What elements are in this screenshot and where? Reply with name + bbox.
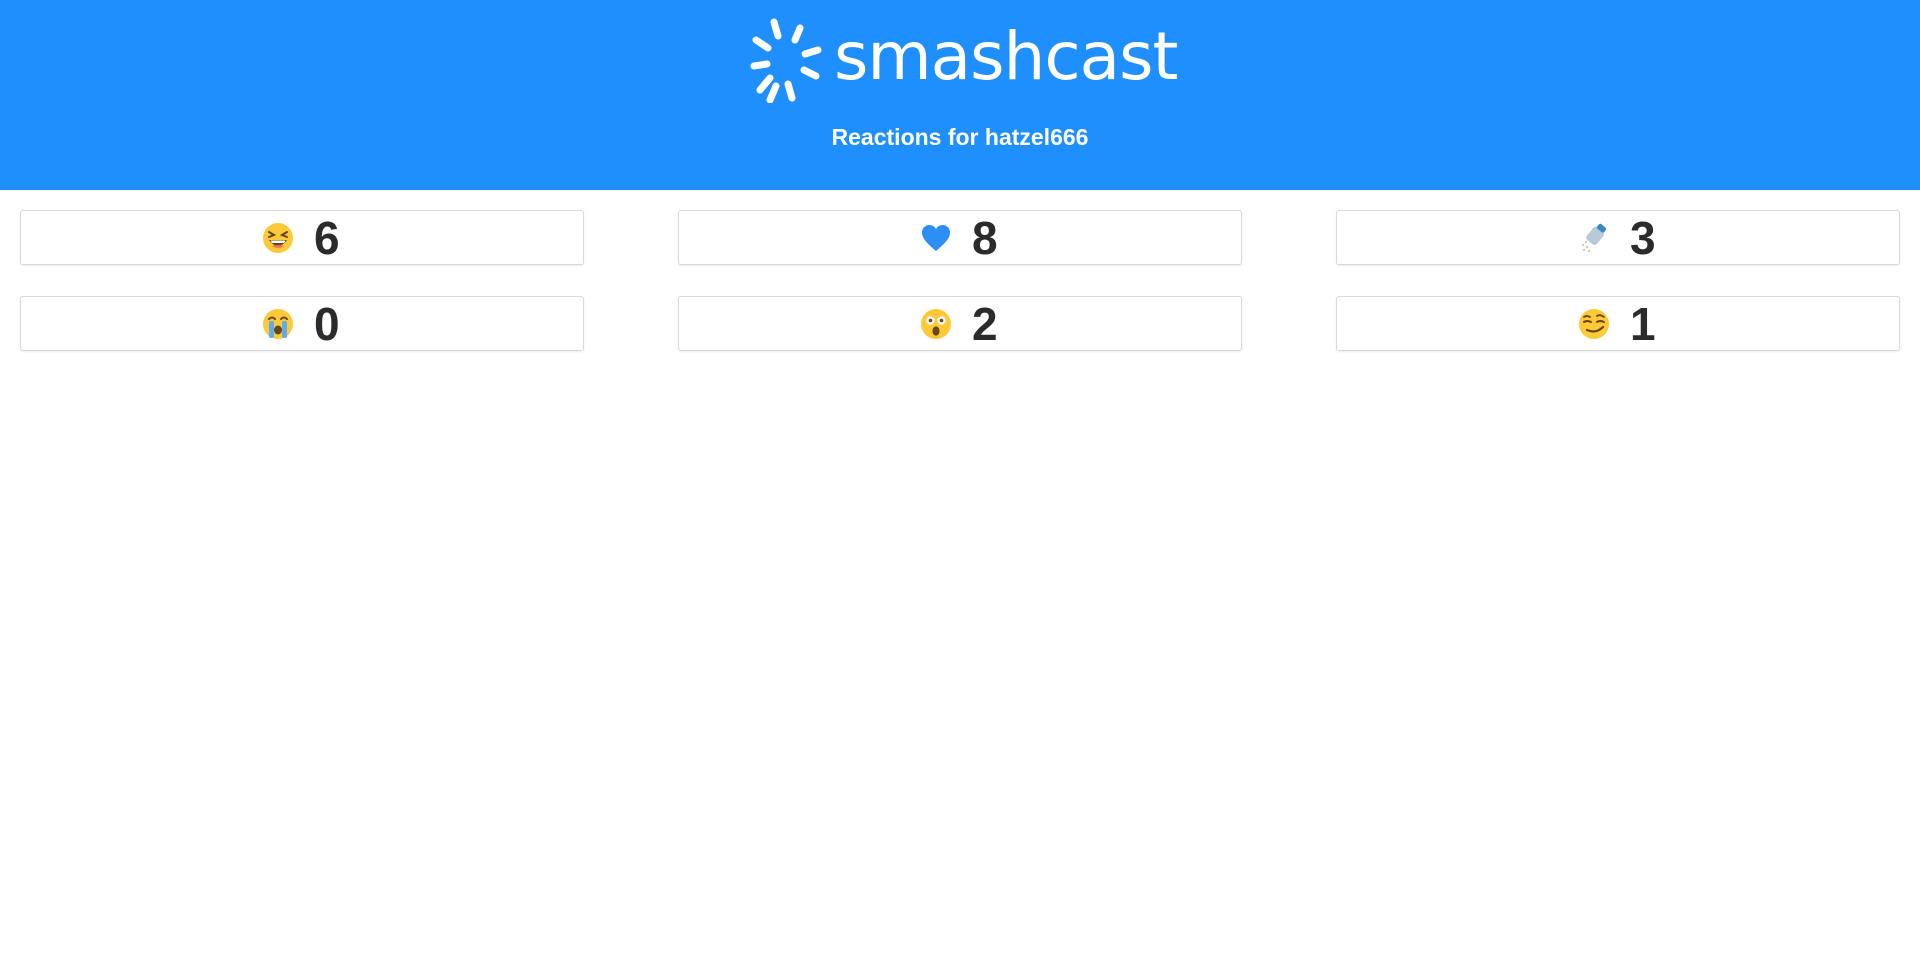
reaction-count: 8 xyxy=(972,211,998,264)
crying-face-icon xyxy=(263,308,293,339)
page-header: smashcast Reactions for hatzel666 xyxy=(0,0,1920,190)
page-subtitle: Reactions for hatzel666 xyxy=(831,124,1089,150)
reaction-count: 6 xyxy=(314,211,340,264)
smashcast-logo[interactable]: smashcast xyxy=(748,17,1178,103)
salt-shaker-icon xyxy=(1581,223,1607,252)
reaction-card-heart[interactable]: 8 xyxy=(678,210,1242,265)
reaction-count: 3 xyxy=(1630,211,1656,264)
smirking-face-icon xyxy=(1579,308,1609,339)
smashcast-burst-icon xyxy=(750,18,822,103)
brand-name: smashcast xyxy=(834,17,1178,95)
reaction-card-crying[interactable]: 0 xyxy=(20,296,584,351)
reaction-count: 0 xyxy=(314,297,340,350)
laughing-face-icon xyxy=(263,222,293,253)
reaction-card-laughing[interactable]: 6 xyxy=(20,210,584,265)
reaction-card-astonished[interactable]: 2 xyxy=(678,296,1242,351)
reaction-card-smirking[interactable]: 1 xyxy=(1336,296,1900,351)
reaction-count: 2 xyxy=(972,297,998,350)
reaction-count: 1 xyxy=(1630,297,1656,350)
reaction-card-salt[interactable]: 3 xyxy=(1336,210,1900,265)
astonished-face-icon xyxy=(921,308,951,339)
blue-heart-icon xyxy=(922,224,950,251)
